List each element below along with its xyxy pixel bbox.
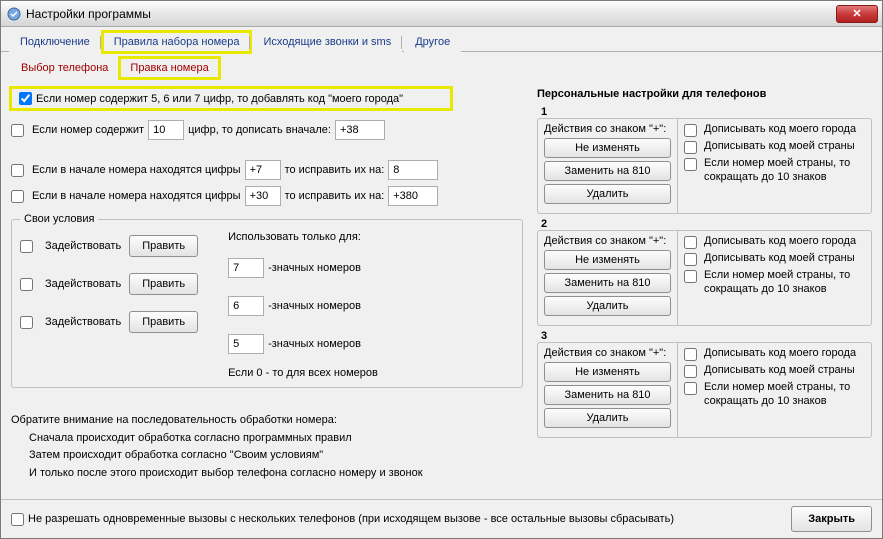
phone-1-replace810-button[interactable]: Заменить на 810 <box>544 161 671 181</box>
phone-1-delete-button[interactable]: Удалить <box>544 184 671 204</box>
use-only-2-input[interactable] <box>228 296 264 316</box>
prepend-prefix-value-input[interactable] <box>335 120 385 140</box>
phone-block-1: Действия со знаком "+": Не изменять Заме… <box>537 118 872 214</box>
phone-1-plus-label: Действия со знаком "+": <box>544 123 671 135</box>
no-multi-calls-label: Не разрешать одновременные вызовы с неск… <box>28 513 674 525</box>
own-rules-legend: Свои условия <box>20 213 98 225</box>
add-city-code-row: Если номер содержит 5, 6 или 7 цифр, то … <box>11 88 451 109</box>
use-only-3-input[interactable] <box>228 334 264 354</box>
replace-prefix-1-checkbox[interactable] <box>11 164 24 177</box>
phone-3-delete-button[interactable]: Удалить <box>544 408 671 428</box>
own-rule-1-checkbox[interactable] <box>20 240 33 253</box>
phone-1-cb-city-label: Дописывать код моего города <box>704 123 856 137</box>
note-line-3: И только после этого происходит выбор те… <box>11 465 523 483</box>
replace-prefix-1-label-a: Если в начале номера находятся цифры <box>32 164 241 176</box>
replace-prefix-2-label-b: то исправить их на: <box>285 190 385 202</box>
add-city-code-checkbox[interactable] <box>19 92 32 105</box>
sub-tabs: Выбор телефона Правка номера <box>11 58 872 78</box>
phone-3-replace810-button[interactable]: Заменить на 810 <box>544 385 671 405</box>
phone-2-cb-city-label: Дописывать код моего города <box>704 235 856 249</box>
replace-prefix-row-2: Если в начале номера находятся цифры то … <box>11 185 523 207</box>
app-icon <box>7 7 21 21</box>
phone-2-delete-button[interactable]: Удалить <box>544 296 671 316</box>
main-tabs: Подключение Правила набора номера Исходя… <box>1 27 882 52</box>
own-rule-3-edit-button[interactable]: Править <box>129 311 198 333</box>
own-rule-1-edit-button[interactable]: Править <box>129 235 198 257</box>
replace-prefix-2-label-a: Если в начале номера находятся цифры <box>32 190 241 202</box>
phone-1-keep-button[interactable]: Не изменять <box>544 138 671 158</box>
tab-outgoing[interactable]: Исходящие звонки и sms <box>252 32 402 52</box>
add-city-code-label: Если номер содержит 5, 6 или 7 цифр, то … <box>36 93 403 105</box>
close-icon[interactable]: ✕ <box>836 5 878 23</box>
replace-prefix-2-checkbox[interactable] <box>11 190 24 203</box>
settings-window: Настройки программы ✕ Подключение Правил… <box>0 0 883 539</box>
own-rule-1-label: Задействовать <box>45 240 121 252</box>
phone-2-cb-short-label: Если номер моей страны, то сокращать до … <box>704 269 865 297</box>
phone-1-cb-country[interactable] <box>684 141 697 154</box>
phone-2-cb-short[interactable] <box>684 270 697 283</box>
phone-1-cb-short-label: Если номер моей страны, то сокращать до … <box>704 157 865 185</box>
personal-settings-title: Персональные настройки для телефонов <box>537 88 872 100</box>
phone-block-2-number: 2 <box>541 218 872 230</box>
phone-3-keep-button[interactable]: Не изменять <box>544 362 671 382</box>
prepend-prefix-label-a: Если номер содержит <box>32 124 144 136</box>
note-line-2: Затем происходит обработка согласно "Сво… <box>11 447 523 465</box>
phone-3-cb-short[interactable] <box>684 382 697 395</box>
phone-2-cb-country-label: Дописывать код моей страны <box>704 252 855 266</box>
subtab-phone-choice[interactable]: Выбор телефона <box>11 58 118 78</box>
phone-2-cb-country[interactable] <box>684 253 697 266</box>
replace-prefix-2-to-input[interactable] <box>388 186 438 206</box>
phone-block-3: Действия со знаком "+": Не изменять Заме… <box>537 342 872 438</box>
phone-block-2: Действия со знаком "+": Не изменять Заме… <box>537 230 872 326</box>
phone-block-1-number: 1 <box>541 106 872 118</box>
replace-prefix-1-from-input[interactable] <box>245 160 281 180</box>
processing-order-notes: Обратите внимание на последовательность … <box>11 412 523 482</box>
phone-1-cb-country-label: Дописывать код моей страны <box>704 140 855 154</box>
own-rule-3-checkbox[interactable] <box>20 316 33 329</box>
phone-1-cb-short[interactable] <box>684 158 697 171</box>
close-button[interactable]: Закрыть <box>791 506 872 532</box>
use-only-label: Использовать только для: <box>228 231 378 243</box>
phone-2-cb-city[interactable] <box>684 236 697 249</box>
zero-means-all-label: Если 0 - то для всех номеров <box>228 367 378 379</box>
phone-3-cb-city[interactable] <box>684 348 697 361</box>
replace-prefix-1-label-b: то исправить их на: <box>285 164 385 176</box>
phone-3-cb-city-label: Дописывать код моего города <box>704 347 856 361</box>
window-title: Настройки программы <box>26 7 836 21</box>
phone-3-plus-label: Действия со знаком "+": <box>544 347 671 359</box>
own-rule-3-label: Задействовать <box>45 316 121 328</box>
tab-other[interactable]: Другое <box>404 32 461 52</box>
note-line-1: Сначала происходит обработка согласно пр… <box>11 430 523 448</box>
phone-2-replace810-button[interactable]: Заменить на 810 <box>544 273 671 293</box>
use-only-1-suffix: -значных номеров <box>268 262 361 274</box>
prepend-prefix-label-b: цифр, то дописать вначале: <box>188 124 331 136</box>
own-rule-2-label: Задействовать <box>45 278 121 290</box>
phone-2-keep-button[interactable]: Не изменять <box>544 250 671 270</box>
replace-prefix-1-to-input[interactable] <box>388 160 438 180</box>
own-rules-fieldset: Свои условия Задействовать Править Задей… <box>11 213 523 388</box>
phone-1-cb-city[interactable] <box>684 124 697 137</box>
phone-block-3-number: 3 <box>541 330 872 342</box>
prepend-prefix-digits-input[interactable] <box>148 120 184 140</box>
own-rule-2-edit-button[interactable]: Править <box>129 273 198 295</box>
use-only-1-input[interactable] <box>228 258 264 278</box>
replace-prefix-row-1: Если в начале номера находятся цифры то … <box>11 159 523 181</box>
phone-2-plus-label: Действия со знаком "+": <box>544 235 671 247</box>
prepend-prefix-row: Если номер содержит цифр, то дописать вн… <box>11 119 523 141</box>
footer: Не разрешать одновременные вызовы с неск… <box>1 499 882 538</box>
phone-3-cb-country-label: Дописывать код моей страны <box>704 364 855 378</box>
replace-prefix-2-from-input[interactable] <box>245 186 281 206</box>
subtab-number-edit[interactable]: Правка номера <box>120 58 218 78</box>
use-only-2-suffix: -значных номеров <box>268 300 361 312</box>
titlebar: Настройки программы ✕ <box>1 1 882 27</box>
phone-3-cb-short-label: Если номер моей страны, то сокращать до … <box>704 381 865 409</box>
tab-dial-rules[interactable]: Правила набора номера <box>103 32 251 52</box>
note-line-0: Обратите внимание на последовательность … <box>11 412 523 430</box>
use-only-3-suffix: -значных номеров <box>268 338 361 350</box>
tab-connection[interactable]: Подключение <box>9 32 101 52</box>
own-rule-2-checkbox[interactable] <box>20 278 33 291</box>
phone-3-cb-country[interactable] <box>684 365 697 378</box>
no-multi-calls-checkbox[interactable] <box>11 513 24 526</box>
prepend-prefix-checkbox[interactable] <box>11 124 24 137</box>
